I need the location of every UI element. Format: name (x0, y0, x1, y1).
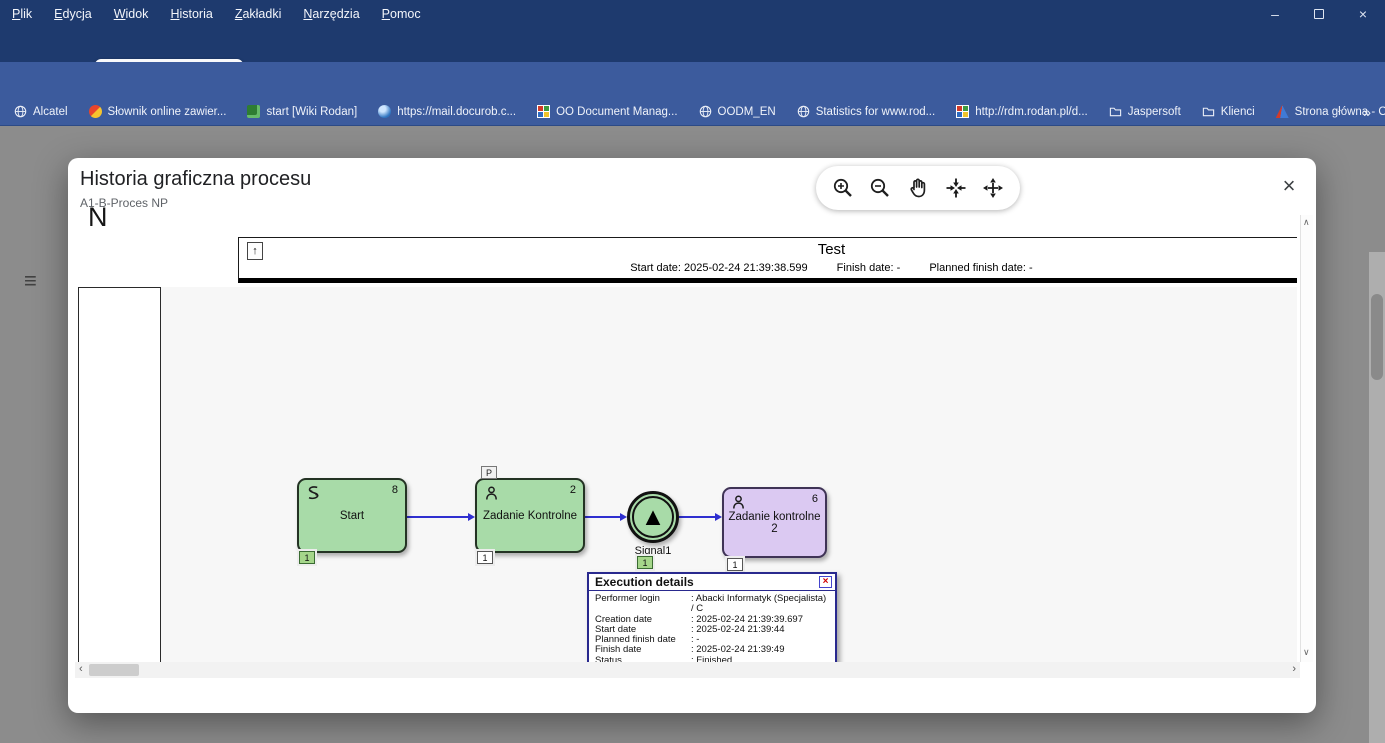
page-scrollbar-thumb[interactable] (1371, 294, 1383, 380)
node-label: Start (299, 510, 405, 522)
popup-rows: Performer login: Abacki Informatyk (Spec… (589, 591, 835, 662)
arrowhead (468, 513, 475, 521)
bookmark-oo-document[interactable]: OO Document Manag... (537, 105, 677, 118)
navigation-toolbar: ← → ⟳ ⌂ dm-dev.rodan.pl:51280/workflow-c… (0, 62, 1385, 98)
globe-icon (14, 105, 27, 118)
process-title: Test (818, 241, 846, 258)
process-dates: Start date: 2025-02-24 21:39:38.599 Fini… (630, 262, 1033, 274)
window-titlebar: Plik Edycja Widok Historia Zakładki Narz… (0, 0, 1385, 28)
background-heading-fragment: N (88, 202, 108, 233)
wiki-icon (247, 105, 260, 118)
minimize-button[interactable]: – (1253, 0, 1297, 28)
globe-icon (699, 105, 712, 118)
node-count: 2 (570, 484, 576, 496)
diagram-toolbar (816, 166, 1020, 210)
bookmark-rdm[interactable]: http://rdm.rodan.pl/d... (956, 105, 1088, 118)
diagram-horizontal-scrollbar[interactable]: ‹ › (75, 662, 1300, 678)
close-window-button[interactable]: × (1341, 0, 1385, 28)
bookmark-oodm-en[interactable]: OODM_EN (699, 105, 776, 118)
bookmark-jaspersoft[interactable]: Jaspersoft (1109, 105, 1181, 118)
menu-plik[interactable]: Plik (12, 7, 32, 21)
tab-bar: WorkflowCsr × + ∨ (0, 28, 1385, 62)
node-task1-flag: P (481, 466, 497, 479)
popup-close-icon[interactable]: × (819, 576, 832, 588)
popup-row: Performer login: Abacki Informatyk (Spec… (595, 594, 829, 615)
move-button[interactable] (978, 173, 1008, 203)
dialog-title: Historia graficzna procesu (80, 168, 311, 191)
node-task2-badge: 1 (727, 558, 743, 571)
graphical-history-dialog: Historia graficzna procesu A1-B-Proces N… (68, 158, 1316, 713)
bookmarks-overflow-icon[interactable]: » (1363, 104, 1371, 120)
scroll-down-icon[interactable]: ∨ (1303, 647, 1310, 658)
node-task2[interactable]: 6 Zadanie kontrolne 2 (722, 487, 827, 558)
menu-pomoc[interactable]: Pomoc (382, 7, 421, 21)
menu-edycja[interactable]: Edycja (54, 7, 92, 21)
bookmark-statistics[interactable]: Statistics for www.rod... (797, 105, 936, 118)
menu-narzedzia[interactable]: Narzędzia (303, 7, 359, 21)
zoom-out-button[interactable] (865, 173, 895, 203)
bookmark-wiki-rodan[interactable]: start [Wiki Rodan] (247, 105, 357, 118)
screen: Plik Edycja Widok Historia Zakładki Narz… (0, 0, 1385, 743)
node-label: Zadanie Kontrolne (477, 510, 583, 522)
popup-row: Status: Finished (595, 656, 829, 662)
edge-start-task1 (407, 516, 468, 518)
menu-widok[interactable]: Widok (114, 7, 149, 21)
dialog-close-button[interactable]: × (1276, 174, 1302, 200)
scroll-right-icon[interactable]: › (1292, 663, 1296, 675)
window-controls: – × (1253, 0, 1385, 28)
scroll-up-icon[interactable]: ∧ (1303, 217, 1310, 228)
edge-task1-signal (585, 516, 620, 518)
node-start[interactable]: 8 Start (297, 478, 407, 553)
bookmark-alcatel[interactable]: Alcatel (14, 105, 68, 118)
onepager-icon (1276, 105, 1289, 118)
horizontal-scrollbar-thumb[interactable] (89, 664, 139, 676)
menu-historia[interactable]: Historia (170, 7, 212, 21)
bookmark-slownik[interactable]: Słownik online zawier... (89, 105, 227, 118)
node-signal[interactable]: ▲ (627, 491, 679, 543)
popup-titlebar: Execution details × (589, 574, 835, 591)
up-arrow-icon[interactable]: ↑ (247, 242, 263, 260)
diagram-vertical-scrollbar[interactable]: ∧ ∨ (1300, 215, 1313, 662)
diagram-lane (78, 287, 161, 662)
dictionary-icon (89, 105, 102, 118)
center-fit-button[interactable] (941, 173, 971, 203)
execution-details-popup: Execution details × Performer login: Aba… (587, 572, 837, 662)
script-icon (305, 485, 322, 502)
sidebar-menu-icon[interactable]: ≡ (24, 268, 37, 294)
bookmarks-bar: Alcatel Słownik online zawier... start [… (0, 98, 1385, 126)
bookmark-klienci[interactable]: Klienci (1202, 105, 1255, 118)
folder-icon (1202, 105, 1215, 118)
node-count: 8 (392, 484, 398, 496)
signal-label: Signal1 (613, 545, 693, 557)
rdm-icon (956, 105, 969, 118)
mail-icon (378, 105, 391, 118)
popup-title: Execution details (595, 575, 694, 589)
diagram-viewport[interactable]: ↑ Test Start date: 2025-02-24 21:39:38.5… (75, 215, 1300, 662)
node-label: Zadanie kontrolne 2 (724, 511, 825, 535)
bookmark-mail[interactable]: https://mail.docurob.c... (378, 105, 516, 118)
maximize-icon (1314, 9, 1324, 19)
pan-hand-button[interactable] (903, 173, 933, 203)
arrowhead (620, 513, 627, 521)
person-icon (730, 494, 747, 511)
node-start-badge: 1 (299, 551, 315, 564)
node-count: 6 (812, 493, 818, 505)
globe-icon (797, 105, 810, 118)
oodm-icon (537, 105, 550, 118)
person-icon (483, 485, 500, 502)
node-signal-badge: 1 (637, 556, 653, 569)
maximize-button[interactable] (1297, 0, 1341, 28)
process-header-band: ↑ Test Start date: 2025-02-24 21:39:38.5… (238, 237, 1297, 283)
node-task1-badge: 1 (477, 551, 493, 564)
scroll-left-icon[interactable]: ‹ (79, 663, 83, 675)
menu-zakladki[interactable]: Zakładki (235, 7, 282, 21)
signal-triangle-icon: ▲ (632, 496, 674, 538)
arrowhead (715, 513, 722, 521)
zoom-in-button[interactable] (828, 173, 858, 203)
folder-icon (1109, 105, 1122, 118)
edge-signal-task2 (679, 516, 715, 518)
node-task1[interactable]: 2 Zadanie Kontrolne (475, 478, 585, 553)
